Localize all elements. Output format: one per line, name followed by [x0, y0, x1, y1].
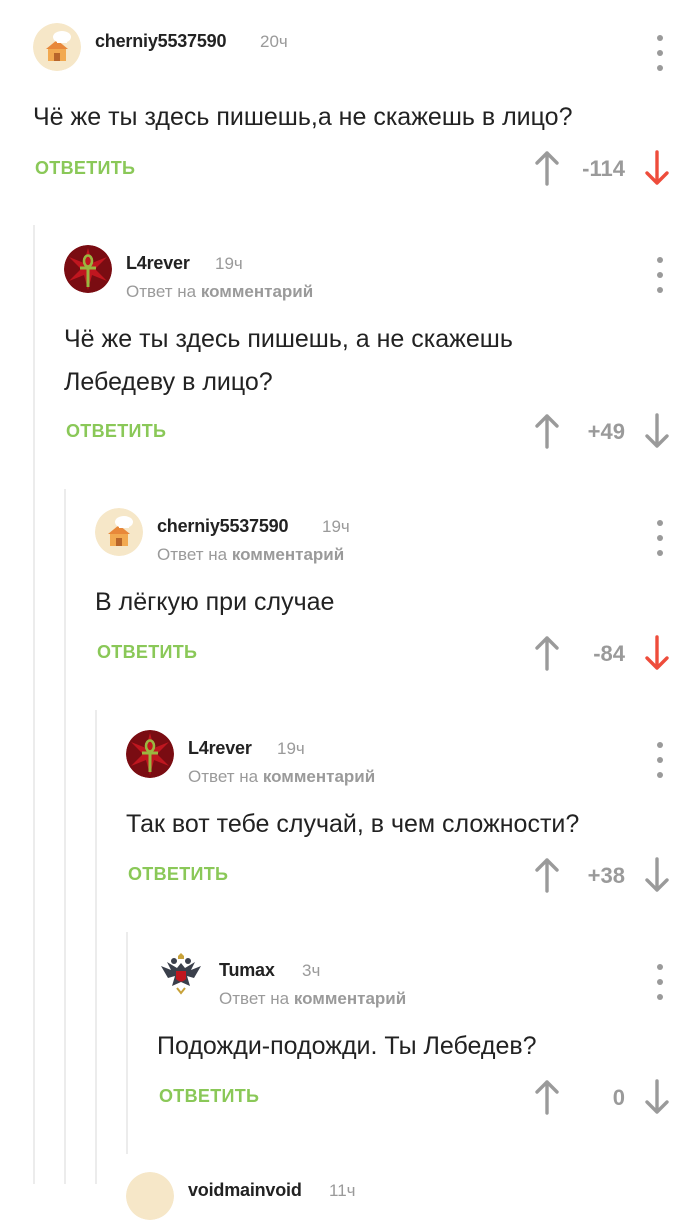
downvote-arrow-icon[interactable] [644, 150, 670, 186]
comment-text-line: Лебедеву в лицо? [64, 368, 273, 396]
thread-line-level-3 [95, 710, 97, 1184]
more-options-icon[interactable] [650, 35, 670, 71]
comment-time: 3ч [302, 961, 321, 980]
reply-prefix: Ответ на [126, 282, 197, 301]
comment-author[interactable]: cherniy5537590 [157, 516, 289, 537]
comment-score: -84 [593, 641, 625, 666]
reply-prefix: Ответ на [157, 545, 228, 564]
reply-button[interactable]: ОТВЕТИТЬ [97, 642, 197, 663]
reply-target-link[interactable]: комментарий [232, 545, 344, 564]
upvote-arrow-icon[interactable] [534, 1079, 560, 1115]
avatar-chef-hat-house-icon[interactable] [33, 23, 81, 71]
comment: cherniy5537590 20ч Чё же ты здесь пишешь… [33, 23, 700, 193]
comment-time: 19ч [322, 517, 350, 536]
reply-button[interactable]: ОТВЕТИТЬ [159, 1086, 259, 1107]
comment-score: +49 [587, 419, 625, 444]
comment-author[interactable]: voidmainvoid [188, 1180, 302, 1201]
comment-text: Чё же ты здесь пишешь, а не скажешь Лебе… [64, 318, 513, 404]
reply-to-label: Ответ на комментарий [188, 767, 375, 787]
comment-time: 19ч [277, 739, 305, 758]
comment-text: В лёгкую при случае [95, 581, 334, 624]
upvote-arrow-icon[interactable] [534, 413, 560, 449]
comment: L4rever 19ч Ответ на комментарий Так вот… [126, 730, 700, 900]
reply-target-link[interactable]: комментарий [294, 989, 406, 1008]
reply-button[interactable]: ОТВЕТИТЬ [35, 158, 135, 179]
comment: cherniy5537590 19ч Ответ на комментарий … [95, 508, 700, 678]
comment-score: -114 [582, 156, 625, 181]
comment: L4rever 19ч Ответ на комментарий Чё же т… [64, 245, 700, 455]
more-options-icon[interactable] [650, 964, 670, 1000]
reply-target-link[interactable]: комментарий [201, 282, 313, 301]
downvote-arrow-icon[interactable] [644, 413, 670, 449]
reply-button[interactable]: ОТВЕТИТЬ [66, 421, 166, 442]
comment-author[interactable]: Tumax [219, 960, 275, 981]
comment-time: 20ч [260, 32, 288, 51]
comment-text-line: Чё же ты здесь пишешь,а не скажешь в лиц… [33, 103, 573, 131]
comment-text-line: Чё же ты здесь пишешь, а не скажешь [64, 325, 513, 353]
comment-text: Так вот тебе случай, в чем сложности? [126, 803, 579, 846]
comment-author[interactable]: L4rever [126, 253, 190, 274]
reply-to-label: Ответ на комментарий [157, 545, 344, 565]
thread-line-level-4 [126, 932, 128, 1154]
downvote-arrow-icon[interactable] [644, 1079, 670, 1115]
reply-to-label: Ответ на комментарий [126, 282, 313, 302]
upvote-arrow-icon[interactable] [534, 857, 560, 893]
reply-prefix: Ответ на [219, 989, 290, 1008]
more-options-icon[interactable] [650, 742, 670, 778]
comment-text: Подожди-подожди. Ты Лебедев? [157, 1025, 537, 1068]
avatar-red-ankh-icon[interactable] [126, 730, 174, 778]
comment-partial: voidmainvoid 11ч [126, 1172, 700, 1232]
comment-score: +38 [587, 863, 625, 888]
avatar-red-ankh-icon[interactable] [64, 245, 112, 293]
downvote-arrow-icon[interactable] [644, 857, 670, 893]
comment-text-line: Так вот тебе случай, в чем сложности? [126, 810, 580, 838]
comment-time: 19ч [215, 254, 243, 273]
avatar-chef-hat-house-icon[interactable] [95, 508, 143, 556]
upvote-arrow-icon[interactable] [534, 635, 560, 671]
more-options-icon[interactable] [650, 520, 670, 556]
comment-text: Чё же ты здесь пишешь,а не скажешь в лиц… [33, 96, 573, 139]
upvote-arrow-icon[interactable] [534, 150, 560, 186]
comment: Tumax 3ч Ответ на комментарий Подожди-по… [157, 952, 700, 1122]
reply-target-link[interactable]: комментарий [263, 767, 375, 786]
reply-to-label: Ответ на комментарий [219, 989, 406, 1009]
avatar-double-headed-eagle-icon[interactable] [157, 952, 205, 1000]
comment-text-line: В лёгкую при случае [95, 588, 335, 616]
avatar-chef-hat-house-icon[interactable] [126, 1172, 174, 1220]
thread-line-level-1 [33, 225, 35, 1184]
reply-button[interactable]: ОТВЕТИТЬ [128, 864, 228, 885]
comment-time: 11ч [329, 1181, 356, 1200]
comment-author[interactable]: cherniy5537590 [95, 31, 227, 52]
reply-prefix: Ответ на [188, 767, 259, 786]
thread-line-level-2 [64, 489, 66, 1184]
comment-text-line: Подожди-подожди. Ты Лебедев? [157, 1032, 537, 1060]
comment-author[interactable]: L4rever [188, 738, 252, 759]
downvote-arrow-icon[interactable] [644, 635, 670, 671]
comment-score: 0 [612, 1085, 625, 1110]
more-options-icon[interactable] [650, 257, 670, 293]
